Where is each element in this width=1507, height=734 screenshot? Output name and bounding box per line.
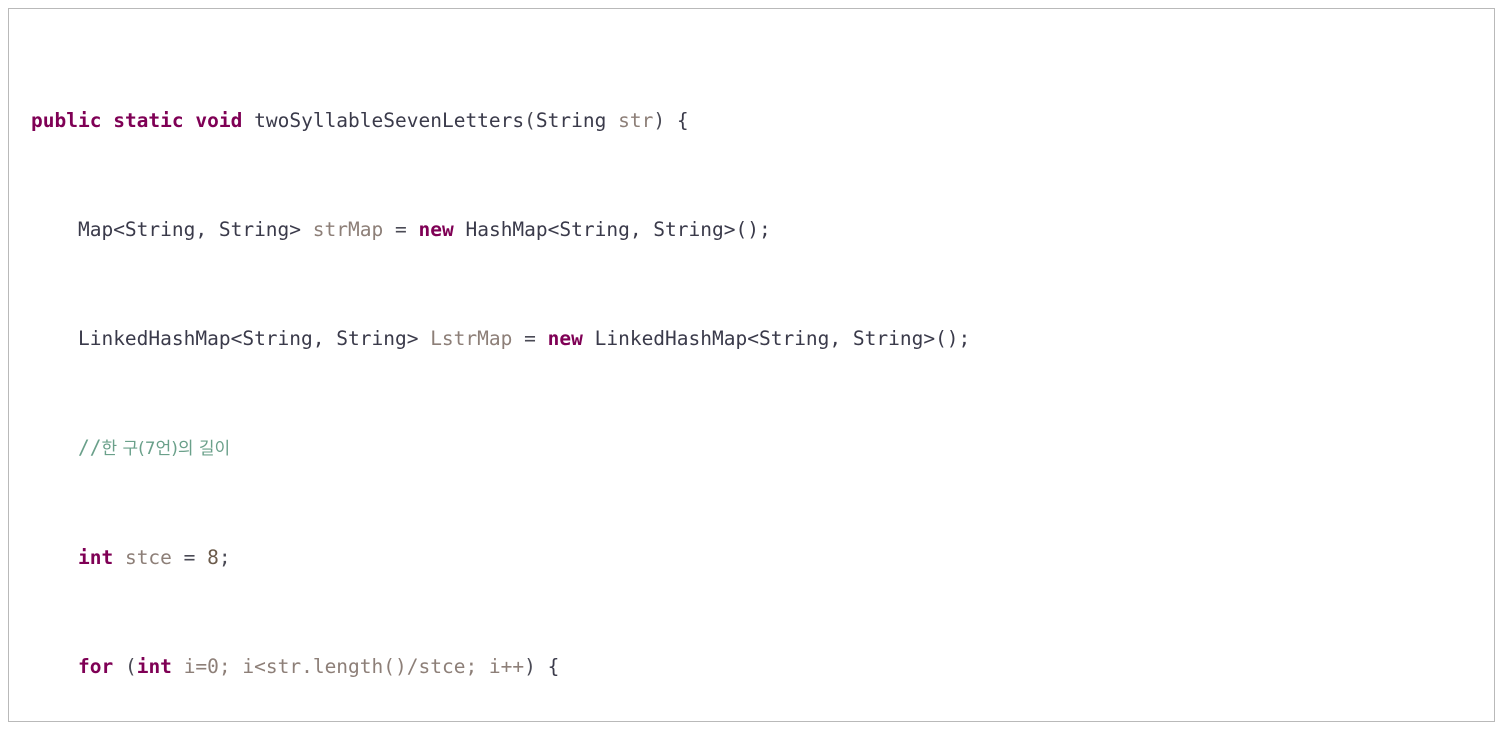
semicolon: ; bbox=[218, 545, 231, 569]
type-hashmap: HashMap<String, String>(); bbox=[465, 218, 771, 242]
code-line-3: LinkedHashMap<String, String> LstrMap = … bbox=[31, 325, 1006, 352]
keyword-new: new bbox=[418, 218, 454, 242]
code-line-1: public static void twoSyllableSevenLette… bbox=[31, 107, 1006, 134]
keyword-for: for bbox=[77, 654, 114, 678]
literal-8: 8 bbox=[207, 545, 219, 569]
keyword-static: static bbox=[113, 108, 184, 132]
code-line-6: for (int i=0; i<str.length()/stce; i++) … bbox=[31, 653, 1006, 680]
paren-open: ( bbox=[124, 654, 137, 678]
paren-open: ( bbox=[524, 108, 536, 132]
type-linkedhashmap: LinkedHashMap<String, String> bbox=[77, 327, 419, 351]
method-declaration-name: twoSyllableSevenLetters bbox=[254, 108, 525, 132]
code-line-2: Map<String, String> strMap = new HashMap… bbox=[31, 216, 1006, 243]
code-line-5: int stce = 8; bbox=[31, 544, 1006, 571]
brace-open-method: { bbox=[676, 108, 689, 132]
code-line-4: //한 구(7언)의 길이 bbox=[31, 434, 1006, 461]
paren-close: ) bbox=[653, 108, 666, 132]
param-type-string: String bbox=[535, 108, 607, 132]
keyword-void: void bbox=[195, 108, 243, 132]
keyword-public: public bbox=[31, 108, 102, 132]
brace-open-outer-for: { bbox=[547, 654, 560, 678]
keyword-new: new bbox=[547, 327, 583, 351]
var-lstrmap: LstrMap bbox=[430, 327, 513, 351]
loop-var-i: i=0; i<str.length()/stce; i++ bbox=[183, 654, 525, 678]
keyword-int: int bbox=[77, 545, 114, 569]
code-snippet-frame: public static void twoSyllableSevenLette… bbox=[8, 8, 1495, 722]
type-linkedhashmap-ctor: LinkedHashMap<String, String>(); bbox=[594, 327, 971, 351]
java-code-block: public static void twoSyllableSevenLette… bbox=[31, 25, 1006, 721]
type-map: Map<String, String> bbox=[77, 218, 302, 242]
operator-assign: = bbox=[394, 218, 407, 242]
comment-phrase-length: //한 구(7언)의 길이 bbox=[77, 436, 231, 460]
operator-assign: = bbox=[183, 545, 196, 569]
var-stce: stce bbox=[124, 545, 172, 569]
keyword-int: int bbox=[136, 654, 172, 678]
paren-close: ) bbox=[524, 654, 536, 678]
param-name-str: str bbox=[618, 108, 654, 132]
var-strmap: strMap bbox=[312, 218, 384, 242]
operator-assign: = bbox=[524, 327, 536, 351]
